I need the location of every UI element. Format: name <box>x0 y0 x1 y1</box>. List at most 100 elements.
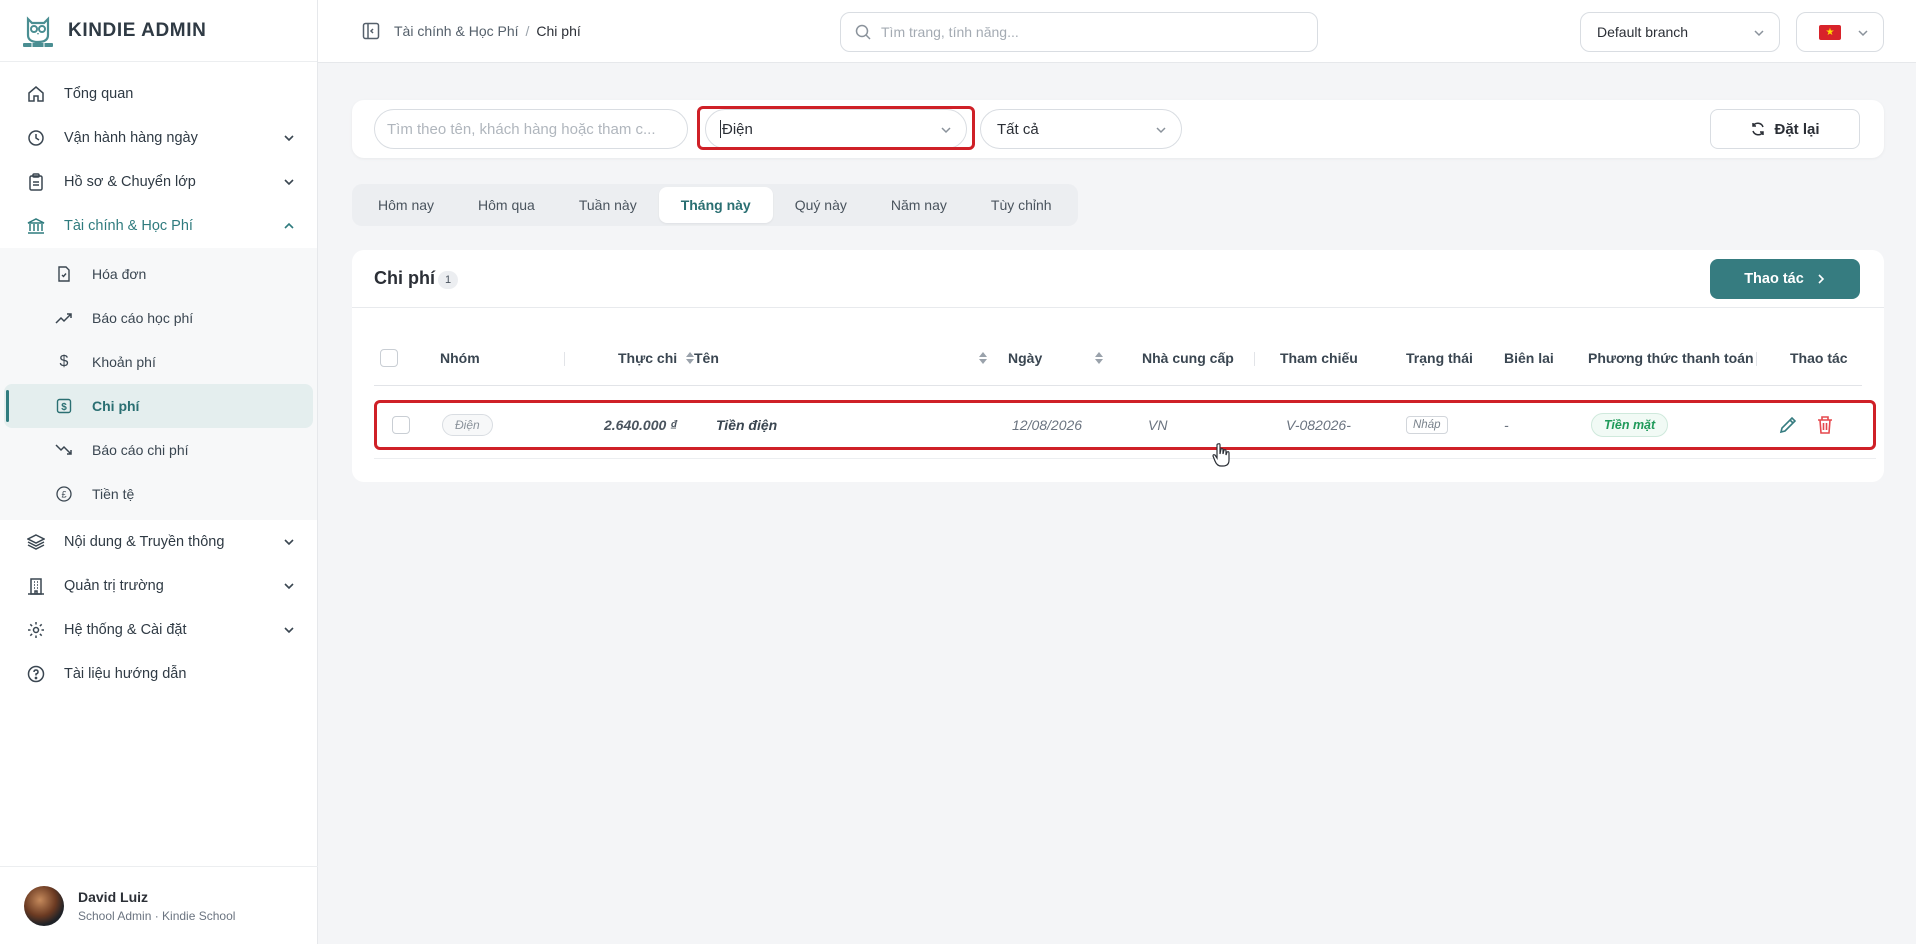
home-icon <box>26 84 46 104</box>
hand-cursor-icon <box>1212 443 1230 467</box>
bank-icon <box>26 216 46 236</box>
tab-today[interactable]: Hôm nay <box>356 187 456 223</box>
sidebar-item-currency[interactable]: £ Tiền tệ <box>4 472 313 516</box>
sidebar-item-docs[interactable]: Tài liệu hướng dẫn <box>0 652 317 696</box>
sidebar-item-records[interactable]: Hồ sơ & Chuyển lớp <box>0 160 317 204</box>
col-status: Trạng thái <box>1406 350 1473 366</box>
chevron-down-icon <box>284 583 294 590</box>
user-name: David Luiz <box>78 888 149 905</box>
finance-subnav: Hóa đơn Báo cáo học phí $ Khoản phí $ Ch… <box>0 248 317 520</box>
user-profile[interactable]: David Luiz School Admin · Kindie School <box>0 866 318 944</box>
column-divider <box>1756 352 1757 366</box>
tab-this-year[interactable]: Năm nay <box>869 187 969 223</box>
user-role: School Admin · Kindie School <box>78 908 236 923</box>
sidebar-item-invoices[interactable]: Hóa đơn <box>4 252 313 296</box>
chevron-down-icon <box>1754 30 1764 37</box>
col-amount-label: Thực chi <box>618 350 678 366</box>
help-icon <box>26 664 46 684</box>
global-search-input[interactable] <box>881 24 1301 40</box>
language-select[interactable]: ★ <box>1796 12 1884 52</box>
table-header-row: Nhóm Thực chi Tên Ngày Nhà cung cấp Tham… <box>374 330 1862 386</box>
sidebar-item-expense-report[interactable]: Báo cáo chi phí <box>4 428 313 472</box>
sidebar-item-label: Báo cáo chi phí <box>92 442 189 458</box>
status-filter-select[interactable]: Tất cả <box>980 109 1182 149</box>
building-icon <box>26 576 46 596</box>
sidebar-item-settings[interactable]: Hệ thống & Cài đặt <box>0 608 317 652</box>
sidebar-toggle-icon[interactable] <box>362 22 380 40</box>
sidebar-item-label: Báo cáo học phí <box>92 310 194 326</box>
reset-label: Đặt lại <box>1774 120 1820 138</box>
sidebar-item-finance[interactable]: Tài chính & Học Phí <box>0 204 317 248</box>
tab-this-month[interactable]: Tháng này <box>658 187 773 223</box>
column-divider <box>564 352 565 366</box>
actions-button[interactable]: Thao tác <box>1710 259 1860 299</box>
sidebar-item-school-admin[interactable]: Quản trị trường <box>0 564 317 608</box>
col-name: Tên <box>694 350 719 366</box>
chevron-down-icon <box>284 135 294 142</box>
svg-text:£: £ <box>61 490 66 500</box>
breadcrumb-current: Chi phí <box>536 23 581 39</box>
owl-logo-icon <box>23 15 53 47</box>
chevron-right-icon <box>1818 274 1824 284</box>
col-amount[interactable]: Thực chi <box>618 330 695 386</box>
branch-select[interactable]: Default branch <box>1580 12 1780 52</box>
period-tabs: Hôm nay Hôm qua Tuần này Tháng này Quý n… <box>352 184 1078 226</box>
sidebar-item-label: Tiền tệ <box>92 486 135 502</box>
expense-search-input[interactable] <box>387 120 677 138</box>
vietnam-flag-icon: ★ <box>1819 25 1841 40</box>
main-nav: Tổng quan Vận hành hàng ngày Hồ sơ & Chu… <box>0 62 317 696</box>
reset-button[interactable]: Đặt lại <box>1710 109 1860 149</box>
tab-this-week[interactable]: Tuần này <box>557 187 659 223</box>
breadcrumb: Tài chính & Học Phí / Chi phí <box>394 23 581 39</box>
select-all-checkbox[interactable] <box>380 349 398 367</box>
sidebar-item-label: Hồ sơ & Chuyển lớp <box>64 174 196 190</box>
chevron-down-icon <box>284 539 294 546</box>
sidebar-item-label: Khoản phí <box>92 354 156 370</box>
tab-custom[interactable]: Tùy chỉnh <box>969 187 1074 223</box>
sort-icon[interactable] <box>1094 351 1104 365</box>
sidebar: KINDIE ADMIN Tổng quan Vận hành hàng ngà… <box>0 0 318 944</box>
sidebar-item-daily-operations[interactable]: Vận hành hàng ngày <box>0 116 317 160</box>
sort-icon[interactable] <box>978 351 988 365</box>
global-search[interactable] <box>840 12 1318 52</box>
brand[interactable]: KINDIE ADMIN <box>0 0 317 62</box>
page-title: Chi phí <box>374 268 435 288</box>
clipboard-icon <box>26 172 46 192</box>
refresh-icon <box>1752 122 1765 136</box>
sidebar-item-expenses[interactable]: $ Chi phí <box>4 384 313 428</box>
col-vendor: Nhà cung cấp <box>1142 350 1234 366</box>
pound-icon: £ <box>54 484 74 504</box>
chevron-up-icon <box>284 222 294 229</box>
chevron-down-icon <box>284 179 294 186</box>
sidebar-item-label: Quản trị trường <box>64 578 164 594</box>
breadcrumb-separator: / <box>525 23 530 39</box>
sidebar-item-label: Tài liệu hướng dẫn <box>64 666 187 682</box>
tab-yesterday[interactable]: Hôm qua <box>456 187 557 223</box>
avatar <box>24 885 64 926</box>
trend-down-icon <box>54 440 74 460</box>
sidebar-item-overview[interactable]: Tổng quan <box>0 72 317 116</box>
tab-this-quarter[interactable]: Quý này <box>773 187 869 223</box>
sidebar-item-label: Hệ thống & Cài đặt <box>64 622 187 638</box>
clock-icon <box>26 128 46 148</box>
expense-search[interactable] <box>374 109 688 149</box>
column-divider <box>1254 352 1255 366</box>
sidebar-item-label: Tài chính & Học Phí <box>64 218 193 234</box>
invoice-icon <box>54 264 74 284</box>
sidebar-item-fees[interactable]: $ Khoản phí <box>4 340 313 384</box>
branch-value: Default branch <box>1597 24 1689 40</box>
sidebar-item-content[interactable]: Nội dung & Truyền thông <box>0 520 317 564</box>
topbar: Tài chính & Học Phí / Chi phí Default bran… <box>318 0 1916 63</box>
gear-icon <box>26 620 46 640</box>
select-all-cell <box>374 330 404 386</box>
trend-up-icon <box>54 308 74 328</box>
col-group: Nhóm <box>440 350 480 366</box>
filter-bar: Điện Tất cả Đặt lại <box>352 100 1884 158</box>
svg-text:$: $ <box>61 402 67 413</box>
sidebar-item-tuition-report[interactable]: Báo cáo học phí <box>4 296 313 340</box>
group-filter-highlight <box>697 106 975 150</box>
layers-icon <box>26 532 46 552</box>
sidebar-item-label: Hóa đơn <box>92 266 147 282</box>
breadcrumb-finance[interactable]: Tài chính & Học Phí <box>394 23 519 39</box>
table-header-bar: Chi phí 1 Thao tác <box>352 250 1884 308</box>
